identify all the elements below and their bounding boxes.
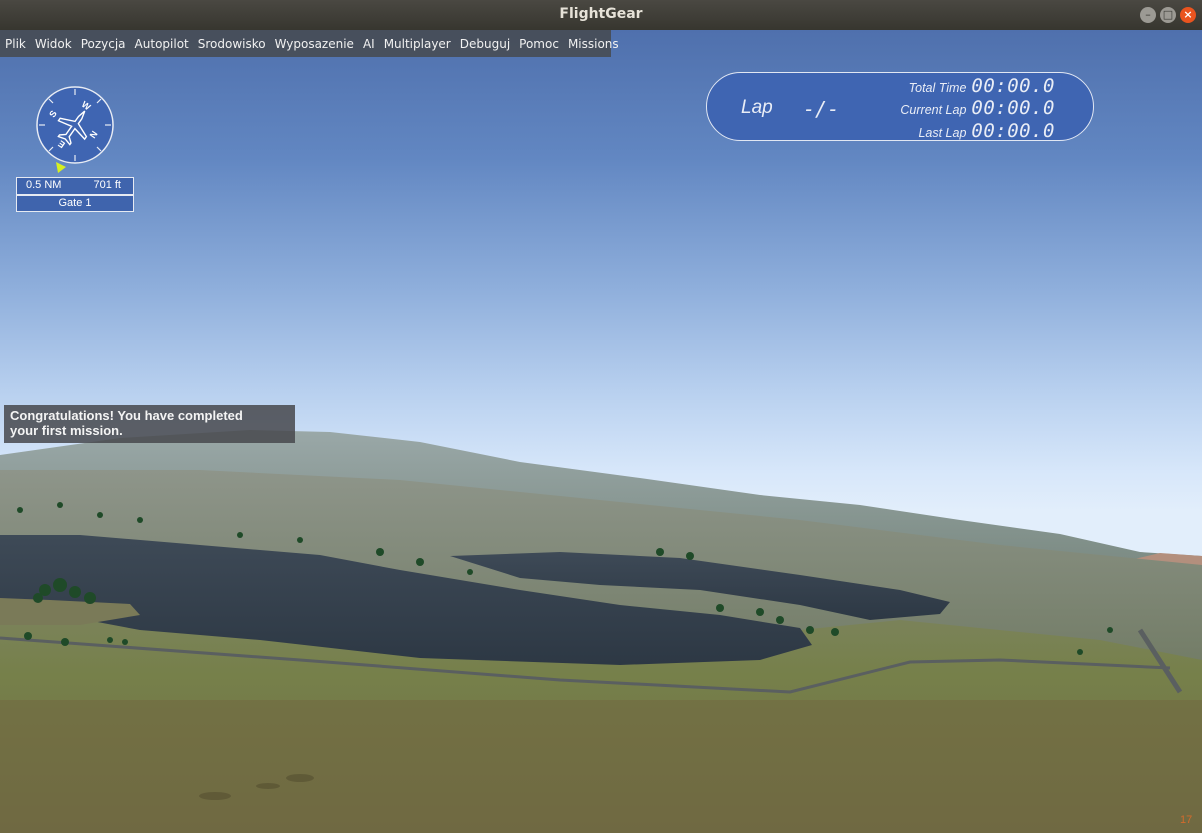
current-lap-value: 00:00.0 <box>971 97 1055 119</box>
menu-widok[interactable]: Widok <box>32 37 76 51</box>
current-lap-label: Current Lap <box>900 103 967 117</box>
lap-count: -/- <box>803 97 840 121</box>
current-lap-row: Current Lap 00:00.0 <box>900 97 1055 119</box>
total-time-label: Total Time <box>908 81 967 95</box>
close-icon[interactable]: × <box>1180 7 1196 23</box>
menu-srodowisko[interactable]: Srodowisko <box>195 37 270 51</box>
maximize-icon[interactable]: □ <box>1160 7 1176 23</box>
last-lap-row: Last Lap 00:00.0 <box>918 120 1055 142</box>
menu-wyposazenie[interactable]: Wyposazenie <box>272 37 358 51</box>
menu-missions[interactable]: Missions <box>565 37 623 51</box>
total-time-value: 00:00.0 <box>971 75 1055 97</box>
menu-ai[interactable]: AI <box>360 37 379 51</box>
menu-debuguj[interactable]: Debuguj <box>457 37 514 51</box>
menu-bar: Plik Widok Pozycja Autopilot Srodowisko … <box>0 30 619 57</box>
fps-counter: 17 <box>1180 814 1193 826</box>
message-line-2: your first mission. <box>10 423 123 438</box>
menu-pomoc[interactable]: Pomoc <box>516 37 563 51</box>
distance-value: 0.5 NM <box>26 179 62 191</box>
menu-pozycja[interactable]: Pozycja <box>78 37 130 51</box>
last-lap-label: Last Lap <box>918 126 967 140</box>
lap-label: Lap <box>741 97 773 118</box>
altitude-value: 701 ft <box>93 179 121 191</box>
window-title: FlightGear <box>559 6 643 22</box>
lap-timer-panel: Lap -/- Total Time 00:00.0 Current Lap 0… <box>706 72 1094 142</box>
menu-multiplayer[interactable]: Multiplayer <box>381 37 455 51</box>
distance-readout: 0.5 NM 701 ft <box>16 177 134 195</box>
waypoint-arrow-icon <box>56 162 66 173</box>
gate-label: Gate 1 <box>16 195 134 212</box>
total-time-row: Total Time 00:00.0 <box>909 75 1055 97</box>
minimize-icon[interactable]: – <box>1140 7 1156 23</box>
mission-compass: W N E S <box>35 86 115 176</box>
mission-complete-message: Congratulations! You have completed your… <box>4 405 295 443</box>
message-line-1: Congratulations! You have completed <box>10 408 243 423</box>
menu-autopilot[interactable]: Autopilot <box>132 37 193 51</box>
window-titlebar[interactable]: FlightGear – □ × <box>0 0 1202 30</box>
last-lap-value: 00:00.0 <box>971 120 1055 142</box>
menu-plik[interactable]: Plik <box>2 37 30 51</box>
